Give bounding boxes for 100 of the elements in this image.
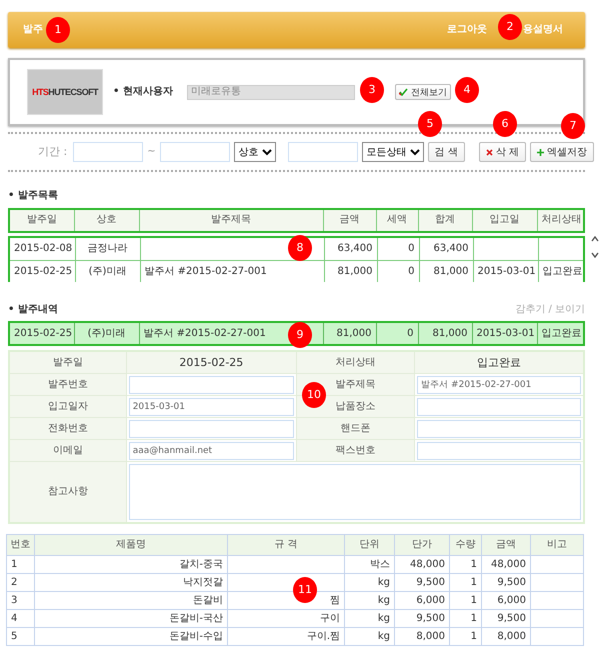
number-badge: 3 xyxy=(360,77,384,103)
table-cell: 2 xyxy=(6,574,34,592)
table-cell: 낙지젓갈 xyxy=(34,574,228,592)
table-cell xyxy=(473,238,538,260)
number-badge: 11 xyxy=(293,577,317,603)
input-field[interactable] xyxy=(417,398,581,416)
field-label: 전화번호 xyxy=(9,418,126,440)
column-header: 세액 xyxy=(376,208,418,232)
field-label: 핸드폰 xyxy=(296,418,415,440)
column-header: 비고 xyxy=(530,534,584,556)
table-cell xyxy=(530,556,584,574)
input-field[interactable] xyxy=(417,420,581,438)
table-cell: 4 xyxy=(6,610,34,628)
table-cell: 1 xyxy=(450,592,482,610)
table-cell: 돈갈비-국산 xyxy=(34,610,228,628)
column-header: 수량 xyxy=(450,534,482,556)
number-badge: 6 xyxy=(493,111,517,137)
user-label: • 현재사용자 xyxy=(113,86,174,98)
plus-icon xyxy=(536,148,544,156)
input-field[interactable]: 발주서 #2015-02-27-001 xyxy=(417,376,581,394)
table-cell xyxy=(530,610,584,628)
column-header: 단가 xyxy=(394,534,450,556)
table-cell: 5 xyxy=(6,628,34,646)
delete-button[interactable]: 삭 제 xyxy=(478,142,526,162)
status-select[interactable]: 모든상태 xyxy=(362,142,424,162)
table-cell: 갈치-중국 xyxy=(34,556,228,574)
scroll-up-icon[interactable] xyxy=(591,236,599,242)
table-cell: 0 xyxy=(377,238,419,260)
table-cell: kg xyxy=(344,628,394,646)
column-header: 발주제목 xyxy=(139,208,323,232)
table-cell: 구이.찜 xyxy=(228,628,344,646)
table-cell: 1 xyxy=(450,556,482,574)
logo: HTSHUTECSOFT xyxy=(27,69,103,115)
date-field[interactable] xyxy=(73,142,144,162)
field-label: 처리상태 xyxy=(296,351,415,374)
column-header: 발주일 xyxy=(9,208,74,232)
input-field[interactable] xyxy=(128,376,294,394)
field-label: 참고사항 xyxy=(9,462,126,523)
column-header: 금액 xyxy=(482,534,530,556)
field-label: 발주번호 xyxy=(9,374,126,396)
notes-field[interactable] xyxy=(128,464,581,520)
table-cell: 3 xyxy=(6,592,34,610)
column-header: 합계 xyxy=(418,208,472,232)
table-cell: 2015-03-01 xyxy=(472,322,537,345)
table-cell xyxy=(538,238,583,260)
table-cell: (주)미래 xyxy=(75,260,140,282)
table-cell: 돈갈비 xyxy=(34,592,228,610)
number-badge: 4 xyxy=(455,77,479,103)
input-field[interactable]: 2015-03-01 xyxy=(128,398,294,416)
input-field[interactable] xyxy=(128,420,294,438)
field-label: 이메일 xyxy=(9,440,126,462)
table-cell: kg xyxy=(344,610,394,628)
table-cell xyxy=(530,592,584,610)
table-cell: 2015-02-25 xyxy=(9,322,74,345)
table-cell: 입고완료 xyxy=(538,260,583,282)
search-button[interactable]: 검 색 xyxy=(428,142,465,162)
table-cell: 2015-03-01 xyxy=(473,260,538,282)
table-cell: 6,000 xyxy=(394,592,450,610)
table-cell: 9,500 xyxy=(482,574,530,592)
table-cell: 9,500 xyxy=(394,574,450,592)
column-header: 금액 xyxy=(323,208,376,232)
table-cell: 81,000 xyxy=(324,260,377,282)
company-select[interactable]: 상호 xyxy=(234,142,276,162)
keyword-field[interactable] xyxy=(288,142,358,162)
table-cell: 8,000 xyxy=(394,628,450,646)
section-title: • 발주내역 xyxy=(8,304,58,315)
number-badge: 7 xyxy=(561,113,585,139)
table-cell: 81,000 xyxy=(418,322,472,345)
scroll-down-icon[interactable] xyxy=(591,252,599,258)
table-cell: 박스 xyxy=(344,556,394,574)
excel-button[interactable]: 엑셀저장 xyxy=(530,142,594,162)
table-cell: kg xyxy=(344,592,394,610)
user-field: 미래로유통 xyxy=(187,84,355,100)
table-cell: 금정나라 xyxy=(75,238,140,260)
field-label: 팩스번호 xyxy=(296,440,415,462)
table-cell: 63,400 xyxy=(324,238,377,260)
section-title: • 발주목록 xyxy=(8,190,58,202)
column-header: 단위 xyxy=(344,534,394,556)
field-label: 발주일 xyxy=(9,351,126,374)
table-cell: 0 xyxy=(376,322,418,345)
column-header: 제품명 xyxy=(34,534,228,556)
input-field[interactable] xyxy=(417,442,581,460)
range-separator: ~ xyxy=(147,146,156,158)
field-value: 입고완료 xyxy=(414,351,584,374)
table-cell: 8,000 xyxy=(482,628,530,646)
input-field[interactable]: aaa@hanmail.net xyxy=(128,442,294,460)
table-cell: 9,500 xyxy=(394,610,450,628)
table-cell: 81,000 xyxy=(323,322,376,345)
table-cell: 2015-02-25 xyxy=(10,260,75,282)
number-badge: 5 xyxy=(418,111,442,137)
table-cell: 1 xyxy=(450,574,482,592)
table-cell: 6,000 xyxy=(482,592,530,610)
table-cell: 63,400 xyxy=(419,238,473,260)
table-cell xyxy=(530,574,584,592)
table-cell: kg xyxy=(344,574,394,592)
table-cell: 1 xyxy=(450,610,482,628)
table-cell: (주)미래 xyxy=(74,322,139,345)
column-header: 상호 xyxy=(74,208,139,232)
view-all-button[interactable]: 전체보기 xyxy=(395,84,451,100)
date-field[interactable] xyxy=(160,142,230,162)
